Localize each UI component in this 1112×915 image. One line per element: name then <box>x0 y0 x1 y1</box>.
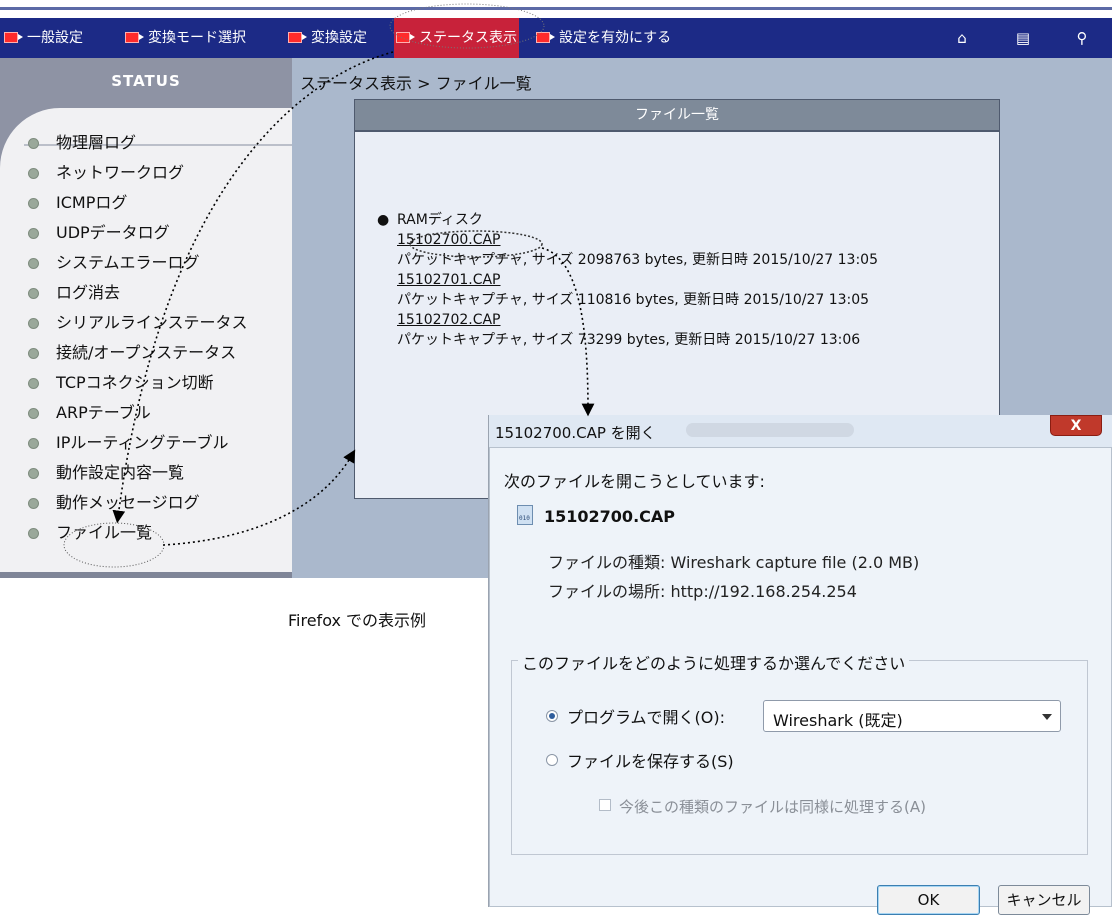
file-link[interactable]: 15102702.CAP <box>397 310 878 330</box>
sidebar-item-arp-table[interactable]: ARPテーブル <box>0 398 292 428</box>
nav-item-conversion-settings[interactable]: 変換設定 <box>286 18 369 58</box>
bullet-icon <box>28 168 39 179</box>
file-icon <box>517 505 533 525</box>
save-file-label[interactable]: ファイルを保存する(S) <box>567 748 734 772</box>
sidebar-item-serial-status[interactable]: シリアルラインステータス <box>0 308 292 338</box>
remember-checkbox[interactable] <box>599 799 611 811</box>
search-icon[interactable]: ⚲ <box>1072 28 1092 48</box>
cancel-button[interactable]: キャンセル <box>998 885 1090 915</box>
remember-label: 今後この種類のファイルは同様に処理する(A) <box>619 798 926 816</box>
file-location-row: ファイルの場所: http://192.168.254.254 <box>548 582 857 601</box>
nav-item-label: 設定を有効にする <box>559 30 672 46</box>
arrow-icon <box>288 31 307 43</box>
nav-item-general-settings[interactable]: 一般設定 <box>2 18 85 58</box>
open-with-radio[interactable] <box>546 710 558 722</box>
dialog-filename: 15102700.CAP <box>544 507 675 526</box>
bullet-icon <box>28 228 39 239</box>
application-select-value: Wireshark (既定) <box>773 711 903 730</box>
arrow-icon <box>4 31 23 43</box>
sidebar-item-udp-log[interactable]: UDPデータログ <box>0 218 292 248</box>
dialog-body: 次のファイルを開こうとしています: 15102700.CAP ファイルの種類: … <box>489 447 1112 915</box>
chevron-down-icon <box>1042 714 1052 720</box>
top-nav-bar: 一般設定 変換モード選択 変換設定 ステータス表示 設定を有効にする ⌂ ▤ ⚲ <box>0 18 1112 58</box>
sidebar-item-label: 物理層ログ <box>56 133 137 152</box>
open-file-dialog: 15102700.CAP を開く X 次のファイルを開こうとしています: 151… <box>488 415 1112 915</box>
sidebar-item-label: 接続/オープンステータス <box>56 343 237 362</box>
bullet-icon <box>28 528 39 539</box>
close-button[interactable]: X <box>1050 415 1102 436</box>
bullet-icon <box>28 138 39 149</box>
sidebar-menu: 物理層ログ ネットワークログ ICMPログ UDPデータログ システムエラーログ… <box>0 128 292 548</box>
file-list: ● RAMディスク 15102700.CAP パケットキャプチャ, サイズ 20… <box>377 210 878 350</box>
action-group-title: このファイルをどのように処理するか選んでください <box>518 650 910 674</box>
sidebar-item-label: ネットワークログ <box>56 163 185 182</box>
save-file-radio[interactable] <box>546 754 558 766</box>
sidebar-item-system-error-log[interactable]: システムエラーログ <box>0 248 292 278</box>
file-description: パケットキャプチャ, サイズ 110816 bytes, 更新日時 2015/1… <box>397 292 870 308</box>
sidebar-item-label: 動作メッセージログ <box>56 493 200 512</box>
dialog-intro: 次のファイルを開こうとしています: <box>504 472 765 491</box>
nav-item-label: ステータス表示 <box>419 30 517 46</box>
disk-label: RAMディスク <box>397 212 483 228</box>
sidebar-item-label: ICMPログ <box>56 193 128 212</box>
dialog-title: 15102700.CAP を開く <box>495 424 656 442</box>
bullet-icon <box>28 348 39 359</box>
bullet-icon <box>28 258 39 269</box>
sidebar-item-label: ARPテーブル <box>56 403 151 422</box>
caption: Firefox での表示例 <box>288 611 427 630</box>
dialog-titlebar: 15102700.CAP を開く X <box>489 415 1112 447</box>
nav-item-label: 変換設定 <box>311 30 367 46</box>
panel-title: ファイル一覧 <box>355 100 999 132</box>
sidebar-item-label: 動作設定内容一覧 <box>56 463 185 482</box>
application-select[interactable]: Wireshark (既定) <box>763 700 1061 732</box>
nav-item-label: 一般設定 <box>27 30 83 46</box>
nav-item-status-display[interactable]: ステータス表示 <box>394 18 519 58</box>
sidebar-item-connection-status[interactable]: 接続/オープンステータス <box>0 338 292 368</box>
bullet-icon <box>28 438 39 449</box>
ok-button[interactable]: OK <box>877 885 980 915</box>
redacted-text <box>686 423 854 437</box>
nav-item-mode-select[interactable]: 変換モード選択 <box>123 18 248 58</box>
sidebar-item-tcp-disconnect[interactable]: TCPコネクション切断 <box>0 368 292 398</box>
sidebar-item-label: システムエラーログ <box>56 253 200 272</box>
file-description: パケットキャプチャ, サイズ 2098763 bytes, 更新日時 2015/… <box>397 252 878 268</box>
bullet-icon <box>28 288 39 299</box>
sidebar-title: STATUS <box>111 72 181 90</box>
sidebar-item-label: TCPコネクション切断 <box>56 373 214 392</box>
arrow-icon <box>125 31 144 43</box>
sidebar-item-message-log[interactable]: 動作メッセージログ <box>0 488 292 518</box>
top-strip <box>0 0 1112 10</box>
sidebar-item-label: シリアルラインステータス <box>56 313 248 332</box>
nav-item-apply-settings[interactable]: 設定を有効にする <box>534 18 673 58</box>
arrow-icon <box>536 31 555 43</box>
bullet-icon <box>28 198 39 209</box>
document-icon[interactable]: ▤ <box>1013 28 1033 48</box>
bullet-icon: ● <box>377 212 390 228</box>
sidebar-item-settings-list[interactable]: 動作設定内容一覧 <box>0 458 292 488</box>
sidebar-item-label: ログ消去 <box>56 283 121 302</box>
file-link[interactable]: 15102700.CAP <box>397 230 878 250</box>
bullet-icon <box>28 408 39 419</box>
open-with-label[interactable]: プログラムで開く(O): <box>567 704 725 728</box>
bullet-icon <box>28 318 39 329</box>
sidebar-item-label: UDPデータログ <box>56 223 170 242</box>
sidebar-item-label: IPルーティングテーブル <box>56 433 229 452</box>
sidebar-item-label: ファイル一覧 <box>56 523 153 542</box>
file-description: パケットキャプチャ, サイズ 73299 bytes, 更新日時 2015/10… <box>397 332 861 348</box>
sidebar-item-file-list[interactable]: ファイル一覧 <box>0 518 292 548</box>
sidebar-item-icmp-log[interactable]: ICMPログ <box>0 188 292 218</box>
bullet-icon <box>28 498 39 509</box>
arrow-icon <box>396 31 415 43</box>
nav-item-label: 変換モード選択 <box>148 30 246 46</box>
home-icon[interactable]: ⌂ <box>952 28 972 48</box>
breadcrumb: ステータス表示 > ファイル一覧 <box>300 74 532 93</box>
sidebar-item-ip-routing-table[interactable]: IPルーティングテーブル <box>0 428 292 458</box>
sidebar-item-clear-log[interactable]: ログ消去 <box>0 278 292 308</box>
bullet-icon <box>28 378 39 389</box>
bullet-icon <box>28 468 39 479</box>
file-link[interactable]: 15102701.CAP <box>397 270 878 290</box>
file-type-row: ファイルの種類: Wireshark capture file (2.0 MB) <box>548 553 920 572</box>
sidebar-item-physical-log[interactable]: 物理層ログ <box>0 128 292 158</box>
sidebar-item-network-log[interactable]: ネットワークログ <box>0 158 292 188</box>
